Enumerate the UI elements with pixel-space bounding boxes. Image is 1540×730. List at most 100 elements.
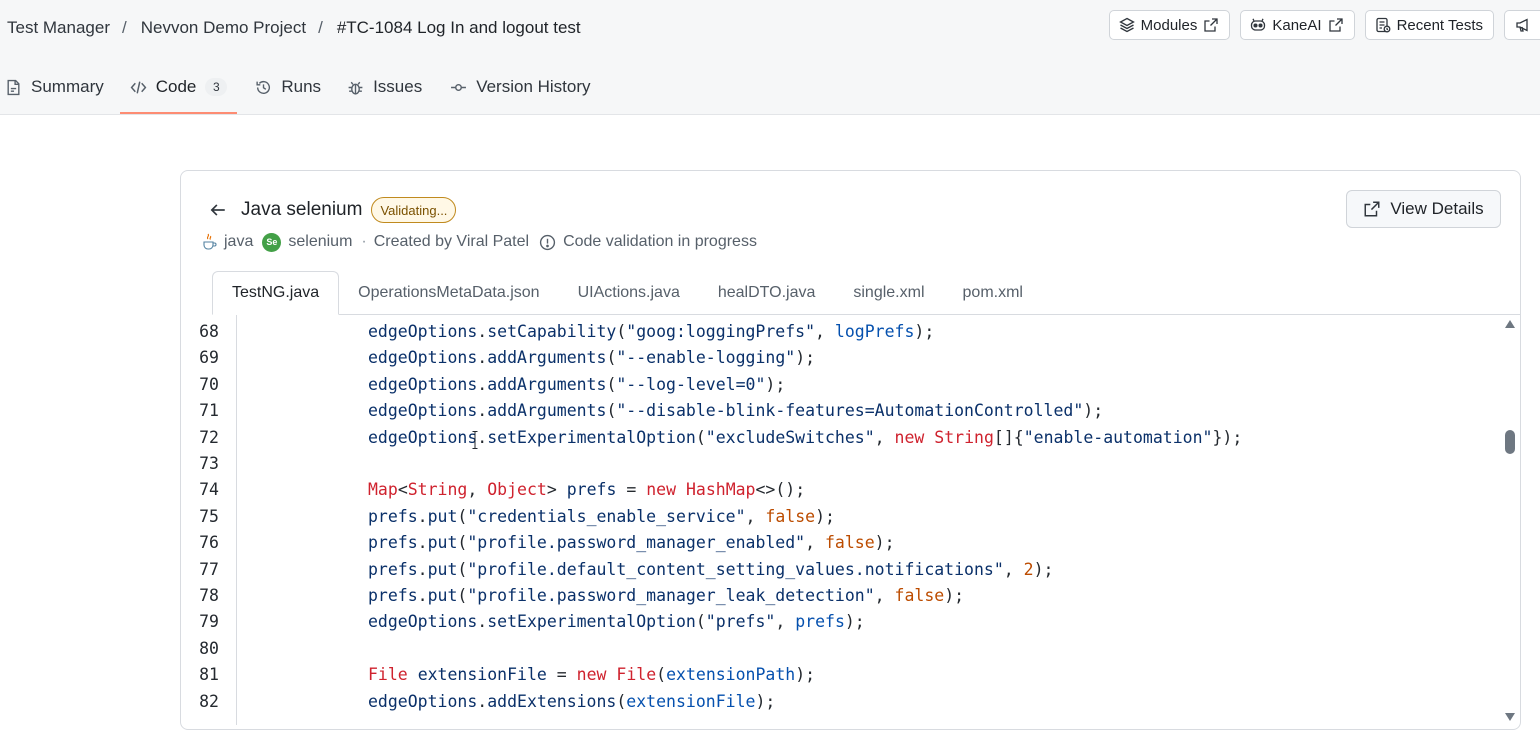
code-token: "--log-level=0" bbox=[616, 374, 766, 394]
code-token: ( bbox=[606, 348, 617, 368]
code-token: . bbox=[477, 374, 488, 394]
line-number: 73 bbox=[199, 454, 219, 473]
code-token: , bbox=[745, 506, 766, 526]
kaneai-label: KaneAI bbox=[1272, 16, 1322, 34]
tab-summary-label: Summary bbox=[31, 77, 104, 96]
file-tab-uiactions-java[interactable]: UIActions.java bbox=[559, 271, 699, 314]
code-token: false bbox=[825, 533, 875, 553]
code-token: , bbox=[775, 612, 796, 632]
tab-runs[interactable]: Runs bbox=[245, 70, 331, 104]
breadcrumb-project[interactable]: Nevvon Demo Project bbox=[141, 18, 306, 38]
scroll-down-arrow-icon[interactable] bbox=[1505, 713, 1515, 721]
breadcrumb: Test Manager / Nevvon Demo Project / #TC… bbox=[7, 17, 581, 39]
file-tab-single-xml[interactable]: single.xml bbox=[834, 271, 943, 314]
commit-icon bbox=[451, 83, 467, 91]
announcements-button[interactable] bbox=[1504, 10, 1540, 40]
file-tab-operations-metadata-json[interactable]: OperationsMetaData.json bbox=[339, 271, 558, 314]
tab-runs-label: Runs bbox=[281, 77, 322, 96]
code-token: put bbox=[427, 533, 458, 553]
modules-button[interactable]: Modules bbox=[1108, 10, 1231, 40]
code-token: ); bbox=[795, 348, 816, 368]
code-line: 76 prefs.put("profile.password_manager_en… bbox=[181, 530, 1501, 556]
card-title-row: Java selenium Validating... bbox=[209, 196, 457, 224]
scroll-thumb[interactable] bbox=[1505, 430, 1515, 454]
code-token: . bbox=[417, 506, 428, 526]
code-token: "excludeSwitches" bbox=[705, 427, 875, 447]
code-icon bbox=[130, 80, 147, 94]
code-token: false bbox=[894, 586, 945, 605]
code-token: , bbox=[874, 586, 895, 605]
language-label: java bbox=[224, 233, 254, 250]
code-token: new bbox=[576, 665, 607, 685]
java-icon bbox=[203, 233, 217, 250]
code-token: extensionFile bbox=[417, 665, 547, 685]
code-token: ); bbox=[1033, 559, 1054, 579]
code-editor[interactable]: 68 edgeOptions.setCapability("goog:loggin… bbox=[181, 315, 1501, 725]
code-line: 77 prefs.put("profile.default_content_set… bbox=[181, 557, 1501, 583]
code-token: HashMap bbox=[685, 480, 756, 500]
back-arrow-icon[interactable] bbox=[209, 201, 227, 219]
code-token: , bbox=[467, 480, 488, 500]
line-source: prefs.put("profile.password_manager_leak… bbox=[368, 583, 964, 609]
line-source: prefs.put("credentials_enable_service", … bbox=[368, 504, 835, 530]
kaneai-button[interactable]: KaneAI bbox=[1240, 10, 1355, 40]
code-token: ( bbox=[457, 506, 468, 526]
code-title: Java selenium bbox=[241, 199, 363, 220]
code-line: 81 File extensionFile = new File(extensio… bbox=[181, 662, 1501, 688]
line-number: 74 bbox=[199, 480, 219, 500]
file-tab-testng-java[interactable]: TestNG.java bbox=[212, 271, 340, 315]
code-token: File bbox=[368, 665, 408, 685]
code-line: 68 edgeOptions.setCapability("goog:loggin… bbox=[181, 319, 1501, 345]
view-details-label: View Details bbox=[1390, 199, 1484, 218]
file-tab-healdto-java[interactable]: healDTO.java bbox=[699, 271, 835, 314]
status-badge: Validating... bbox=[371, 197, 457, 223]
view-details-button[interactable]: View Details bbox=[1346, 190, 1501, 228]
scroll-up-arrow-icon[interactable] bbox=[1505, 320, 1515, 328]
code-token: ( bbox=[616, 322, 627, 341]
tab-summary[interactable]: Summary bbox=[0, 70, 114, 104]
tab-issues[interactable]: Issues bbox=[337, 70, 432, 104]
code-token: setExperimentalOption bbox=[487, 427, 696, 447]
code-token: ); bbox=[874, 533, 895, 553]
code-token: edgeOptions bbox=[368, 612, 478, 632]
modules-label: Modules bbox=[1140, 16, 1198, 34]
code-token: ); bbox=[815, 506, 835, 526]
code-token: edgeOptions bbox=[368, 348, 478, 368]
code-line: 78 prefs.put("profile.password_manager_le… bbox=[181, 583, 1501, 609]
code-token: . bbox=[417, 533, 428, 553]
code-token: extensionFile bbox=[626, 691, 756, 711]
code-token: ); bbox=[755, 691, 776, 711]
meta-separator: · bbox=[361, 233, 367, 250]
breadcrumb-separator: / bbox=[122, 18, 127, 37]
breadcrumb-test-manager[interactable]: Test Manager bbox=[7, 18, 110, 38]
tab-code[interactable]: Code 3 bbox=[119, 70, 238, 114]
code-token: addArguments bbox=[487, 374, 607, 394]
code-line: 70 edgeOptions.addArguments("--log-level=… bbox=[181, 372, 1501, 398]
tab-version-history[interactable]: Version History bbox=[440, 70, 600, 104]
code-line: 74 Map<String, Object> prefs = new HashMa… bbox=[181, 477, 1501, 503]
code-token: "profile.password_manager_leak_detection… bbox=[467, 586, 875, 605]
external-link-icon bbox=[1204, 18, 1218, 32]
code-count-badge: 3 bbox=[205, 78, 228, 96]
code-token: prefs bbox=[368, 533, 418, 553]
line-source: edgeOptions.addExtensions(extensionFile)… bbox=[368, 689, 775, 715]
code-token: new bbox=[646, 480, 677, 500]
line-source: edgeOptions.setCapability("goog:loggingP… bbox=[368, 319, 934, 345]
code-token: setExperimentalOption bbox=[487, 612, 696, 632]
code-token: prefs bbox=[368, 506, 418, 526]
file-tab-pom-xml[interactable]: pom.xml bbox=[944, 271, 1042, 314]
code-card: Java selenium Validating... java Se sele… bbox=[180, 170, 1521, 730]
code-token: , bbox=[1003, 559, 1024, 579]
code-token: ); bbox=[914, 322, 935, 341]
line-source: edgeOptions.addArguments("--log-level=0"… bbox=[368, 372, 785, 398]
code-scrollbar[interactable] bbox=[1500, 315, 1520, 725]
kaneai-logo-icon bbox=[1251, 18, 1266, 31]
recent-tests-button[interactable]: Recent Tests bbox=[1364, 10, 1494, 40]
code-line: 69 edgeOptions.addArguments("--enable-log… bbox=[181, 345, 1501, 371]
code-token: ); bbox=[944, 586, 965, 605]
line-source: prefs.put("profile.password_manager_enab… bbox=[368, 530, 895, 556]
line-source: edgeOptions.addArguments("--enable-loggi… bbox=[368, 345, 815, 371]
bug-icon bbox=[348, 81, 363, 95]
